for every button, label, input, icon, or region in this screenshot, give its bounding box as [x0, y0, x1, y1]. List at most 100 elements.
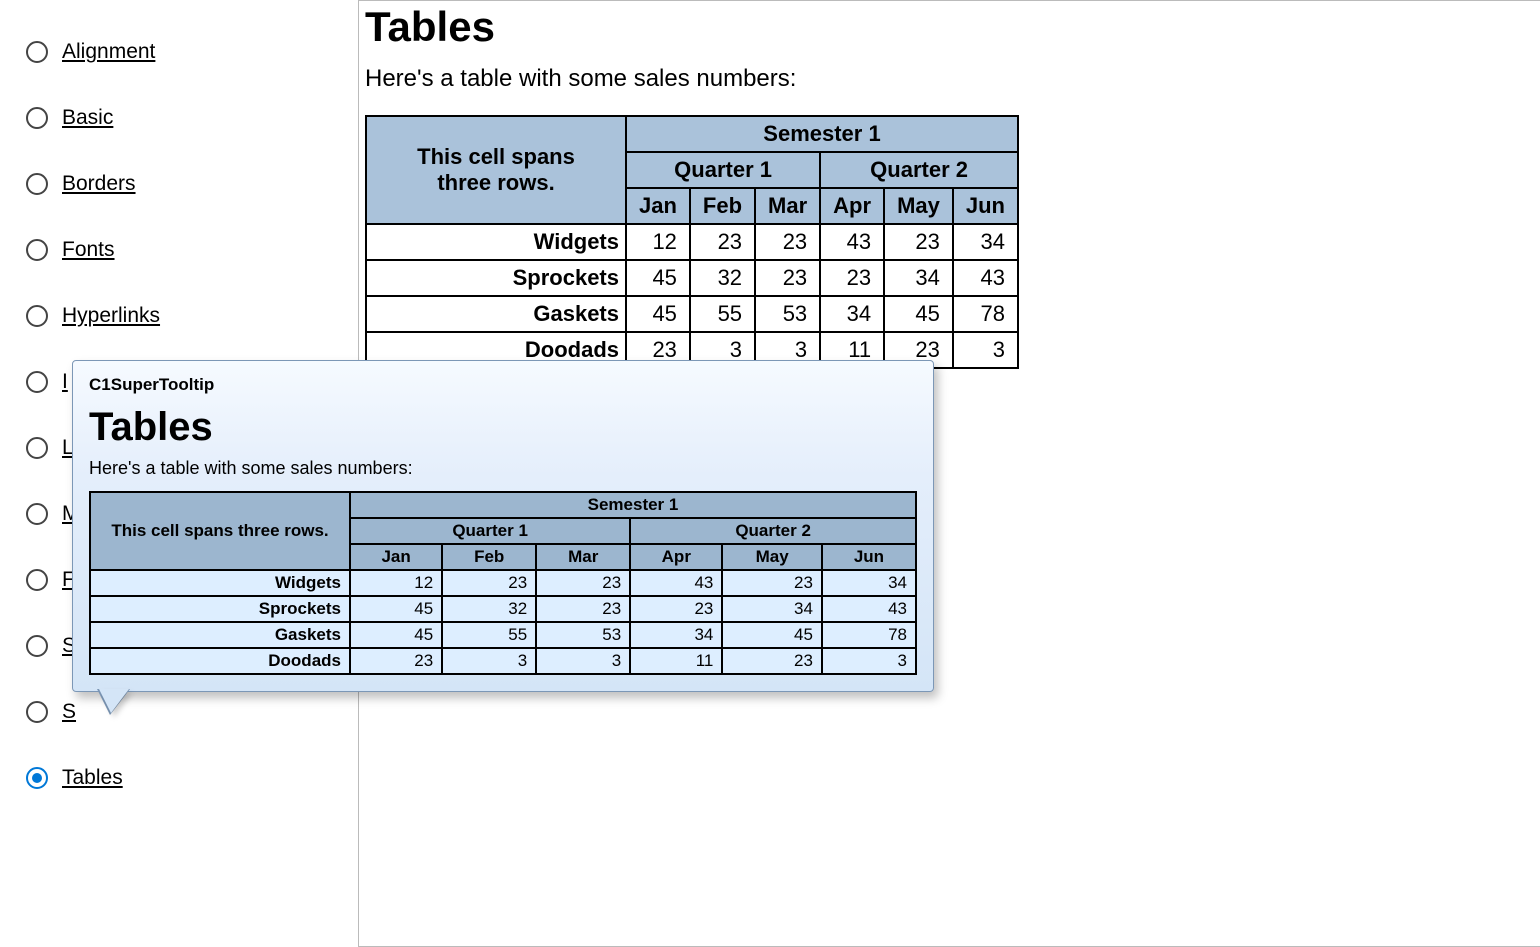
data-cell: 34 [884, 260, 953, 296]
data-cell: 45 [884, 296, 953, 332]
row-label: Gaskets [366, 296, 626, 332]
radio-icon [26, 503, 48, 525]
row-label: Doodads [90, 648, 350, 674]
sales-table: This cell spans three rows.Semester 1Qua… [365, 115, 1019, 369]
data-cell: 12 [626, 224, 690, 260]
table-row: Gaskets455553344578 [90, 622, 916, 648]
data-cell: 23 [536, 596, 630, 622]
sidebar-item-tables[interactable]: Tables [26, 766, 338, 790]
data-cell: 3 [442, 648, 536, 674]
data-cell: 12 [350, 570, 442, 596]
page-intro: Here's a table with some sales numbers: [365, 65, 1522, 93]
radio-icon [26, 701, 48, 723]
data-cell: 23 [536, 570, 630, 596]
data-cell: 55 [442, 622, 536, 648]
sidebar-item-alignment[interactable]: Alignment [26, 40, 338, 64]
sidebar-item-label: S [62, 700, 76, 724]
data-cell: 34 [722, 596, 822, 622]
data-cell: 43 [820, 224, 884, 260]
data-cell: 32 [442, 596, 536, 622]
sidebar-item-label: Basic [62, 106, 113, 130]
row-label: Widgets [90, 570, 350, 596]
month-header: Feb [690, 188, 755, 224]
tooltip-header: C1SuperTooltip [89, 375, 917, 395]
table-row: Gaskets455553344578 [366, 296, 1018, 332]
sidebar-item-basic[interactable]: Basic [26, 106, 338, 130]
data-cell: 3 [953, 332, 1018, 368]
tooltip-sales-table: This cell spans three rows.Semester 1Qua… [89, 491, 917, 675]
data-cell: 3 [536, 648, 630, 674]
month-header: Jun [953, 188, 1018, 224]
tooltip-title: Tables [89, 405, 917, 450]
data-cell: 11 [630, 648, 722, 674]
row-label: Sprockets [366, 260, 626, 296]
quarter-header: Quarter 1 [626, 152, 820, 188]
data-cell: 43 [822, 596, 916, 622]
data-cell: 34 [630, 622, 722, 648]
row-label: Sprockets [90, 596, 350, 622]
month-header: Apr [820, 188, 884, 224]
data-cell: 23 [722, 570, 822, 596]
radio-icon [26, 239, 48, 261]
month-header: Mar [536, 544, 630, 570]
data-cell: 43 [630, 570, 722, 596]
data-cell: 45 [626, 296, 690, 332]
month-header: Apr [630, 544, 722, 570]
data-cell: 34 [822, 570, 916, 596]
row-label: Widgets [366, 224, 626, 260]
data-cell: 78 [822, 622, 916, 648]
data-cell: 34 [953, 224, 1018, 260]
quarter-header: Quarter 2 [820, 152, 1018, 188]
sidebar-item-label: Borders [62, 172, 136, 196]
row-label: Gaskets [90, 622, 350, 648]
radio-icon [26, 569, 48, 591]
semester-header: Semester 1 [350, 492, 916, 518]
data-cell: 23 [884, 224, 953, 260]
sidebar-item-fonts[interactable]: Fonts [26, 238, 338, 262]
sidebar-item-s[interactable]: S [26, 700, 338, 724]
data-cell: 23 [690, 224, 755, 260]
data-cell: 34 [820, 296, 884, 332]
table-row: Sprockets453223233443 [90, 596, 916, 622]
data-cell: 55 [690, 296, 755, 332]
data-cell: 23 [755, 260, 820, 296]
span-cell: This cell spans three rows. [366, 116, 626, 224]
data-cell: 3 [822, 648, 916, 674]
semester-header: Semester 1 [626, 116, 1018, 152]
sidebar-item-hyperlinks[interactable]: Hyperlinks [26, 304, 338, 328]
data-cell: 53 [755, 296, 820, 332]
data-cell: 23 [442, 570, 536, 596]
data-cell: 53 [536, 622, 630, 648]
data-cell: 45 [350, 596, 442, 622]
month-header: Mar [755, 188, 820, 224]
table-row: Widgets122323432334 [90, 570, 916, 596]
app-root: AlignmentBasicBordersFontsHyperlinksILMF… [0, 0, 1540, 947]
radio-icon [26, 635, 48, 657]
radio-icon [26, 173, 48, 195]
quarter-header: Quarter 2 [630, 518, 916, 544]
data-cell: 23 [630, 596, 722, 622]
sidebar-item-label: Hyperlinks [62, 304, 160, 328]
sidebar-item-label: Tables [62, 766, 123, 790]
table-row: Doodads233311233 [90, 648, 916, 674]
data-cell: 45 [722, 622, 822, 648]
radio-icon [26, 305, 48, 327]
data-cell: 78 [953, 296, 1018, 332]
month-header: Feb [442, 544, 536, 570]
radio-icon [26, 437, 48, 459]
sidebar-item-borders[interactable]: Borders [26, 172, 338, 196]
table-row: Sprockets453223233443 [366, 260, 1018, 296]
quarter-header: Quarter 1 [350, 518, 630, 544]
super-tooltip: C1SuperTooltip Tables Here's a table wit… [72, 360, 934, 692]
data-cell: 45 [626, 260, 690, 296]
page-title: Tables [365, 3, 1522, 51]
radio-icon [26, 41, 48, 63]
radio-icon [26, 767, 48, 789]
sidebar-item-label: I [62, 370, 68, 394]
tooltip-intro: Here's a table with some sales numbers: [89, 458, 917, 479]
table-row: Widgets122323432334 [366, 224, 1018, 260]
sidebar-item-label: Fonts [62, 238, 115, 262]
month-header: Jan [350, 544, 442, 570]
data-cell: 23 [820, 260, 884, 296]
span-cell: This cell spans three rows. [90, 492, 350, 570]
